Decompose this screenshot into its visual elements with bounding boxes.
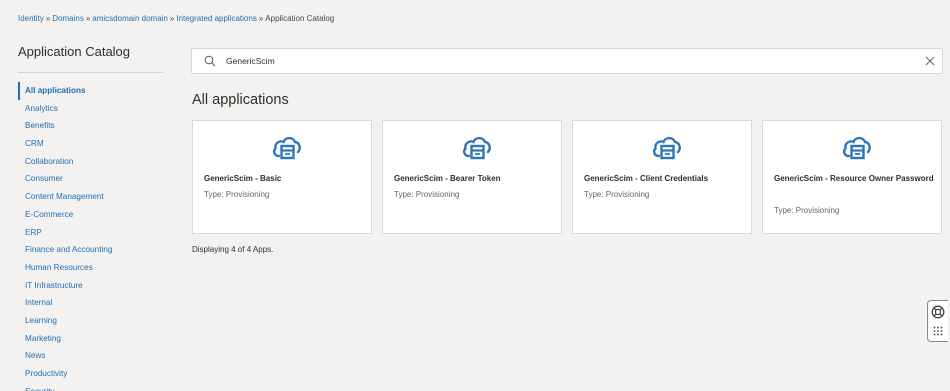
breadcrumb-separator: » <box>85 14 91 23</box>
category-content-management[interactable]: Content Management <box>18 188 168 206</box>
breadcrumb-separator: » <box>258 14 264 23</box>
category-security[interactable]: Security <box>18 383 168 391</box>
category-news[interactable]: News <box>18 347 168 365</box>
category-e-commerce[interactable]: E-Commerce <box>18 206 168 224</box>
card-type: Type: Provisioning <box>584 190 650 199</box>
breadcrumb-current: Application Catalog <box>265 14 335 23</box>
sidebar-title: Application Catalog <box>18 44 131 59</box>
category-finance-and-accounting[interactable]: Finance and Accounting <box>18 241 168 259</box>
category-internal[interactable]: Internal <box>18 294 168 312</box>
breadcrumb: Identity» Domains» amicsdomain domain» Inte… <box>18 14 334 23</box>
card-name: GenericScim - Bearer Token <box>394 174 501 183</box>
app-card[interactable]: GenericScim - Resource Owner Password Ty… <box>762 120 942 234</box>
card-name: GenericScim - Client Credentials <box>584 174 709 183</box>
card-type: Type: Provisioning <box>394 190 460 199</box>
search-input[interactable] <box>226 53 886 69</box>
category-collaboration[interactable]: Collaboration <box>18 153 168 171</box>
category-consumer[interactable]: Consumer <box>18 170 168 188</box>
cloud-app-icon <box>272 136 301 160</box>
category-crm[interactable]: CRM <box>18 135 168 153</box>
app-card[interactable]: GenericScim - Basic Type: Provisioning <box>192 120 372 234</box>
category-learning[interactable]: Learning <box>18 312 168 330</box>
category-marketing[interactable]: Marketing <box>18 330 168 348</box>
category-analytics[interactable]: Analytics <box>18 100 168 118</box>
breadcrumb-domain[interactable]: amicsdomain domain <box>92 14 168 23</box>
category-it-infrastructure[interactable]: IT Infrastructure <box>18 277 168 295</box>
cloud-app-icon <box>842 136 871 160</box>
category-human-resources[interactable]: Human Resources <box>18 259 168 277</box>
grid-icon[interactable] <box>933 326 943 336</box>
card-name: GenericScim - Basic <box>204 174 282 183</box>
category-productivity[interactable]: Productivity <box>18 365 168 383</box>
category-all-applications[interactable]: All applications <box>18 82 168 100</box>
section-title: All applications <box>192 92 289 108</box>
breadcrumb-identity[interactable]: Identity <box>18 14 44 23</box>
card-name: GenericScim - Resource Owner Password <box>774 174 934 183</box>
breadcrumb-separator: » <box>45 14 51 23</box>
card-type: Type: Provisioning <box>204 190 270 199</box>
close-icon[interactable] <box>924 55 936 67</box>
sidebar-divider <box>18 72 164 73</box>
category-list: All applications Analytics Benefits CRM … <box>18 82 168 391</box>
search-icon <box>204 55 216 67</box>
category-erp[interactable]: ERP <box>18 224 168 242</box>
breadcrumb-domains[interactable]: Domains <box>52 14 84 23</box>
cloud-app-icon <box>652 136 681 160</box>
card-type: Type: Provisioning <box>774 206 840 215</box>
cloud-app-icon <box>462 136 491 160</box>
breadcrumb-integrated-applications[interactable]: Integrated applications <box>176 14 257 23</box>
search-box <box>191 48 943 74</box>
app-card[interactable]: GenericScim - Bearer Token Type: Provisi… <box>382 120 562 234</box>
category-benefits[interactable]: Benefits <box>18 117 168 135</box>
app-card[interactable]: GenericScim - Client Credentials Type: P… <box>572 120 752 234</box>
lifebuoy-icon[interactable] <box>931 305 945 319</box>
help-widget[interactable] <box>927 300 948 342</box>
results-count: Displaying 4 of 4 Apps. <box>192 245 274 254</box>
